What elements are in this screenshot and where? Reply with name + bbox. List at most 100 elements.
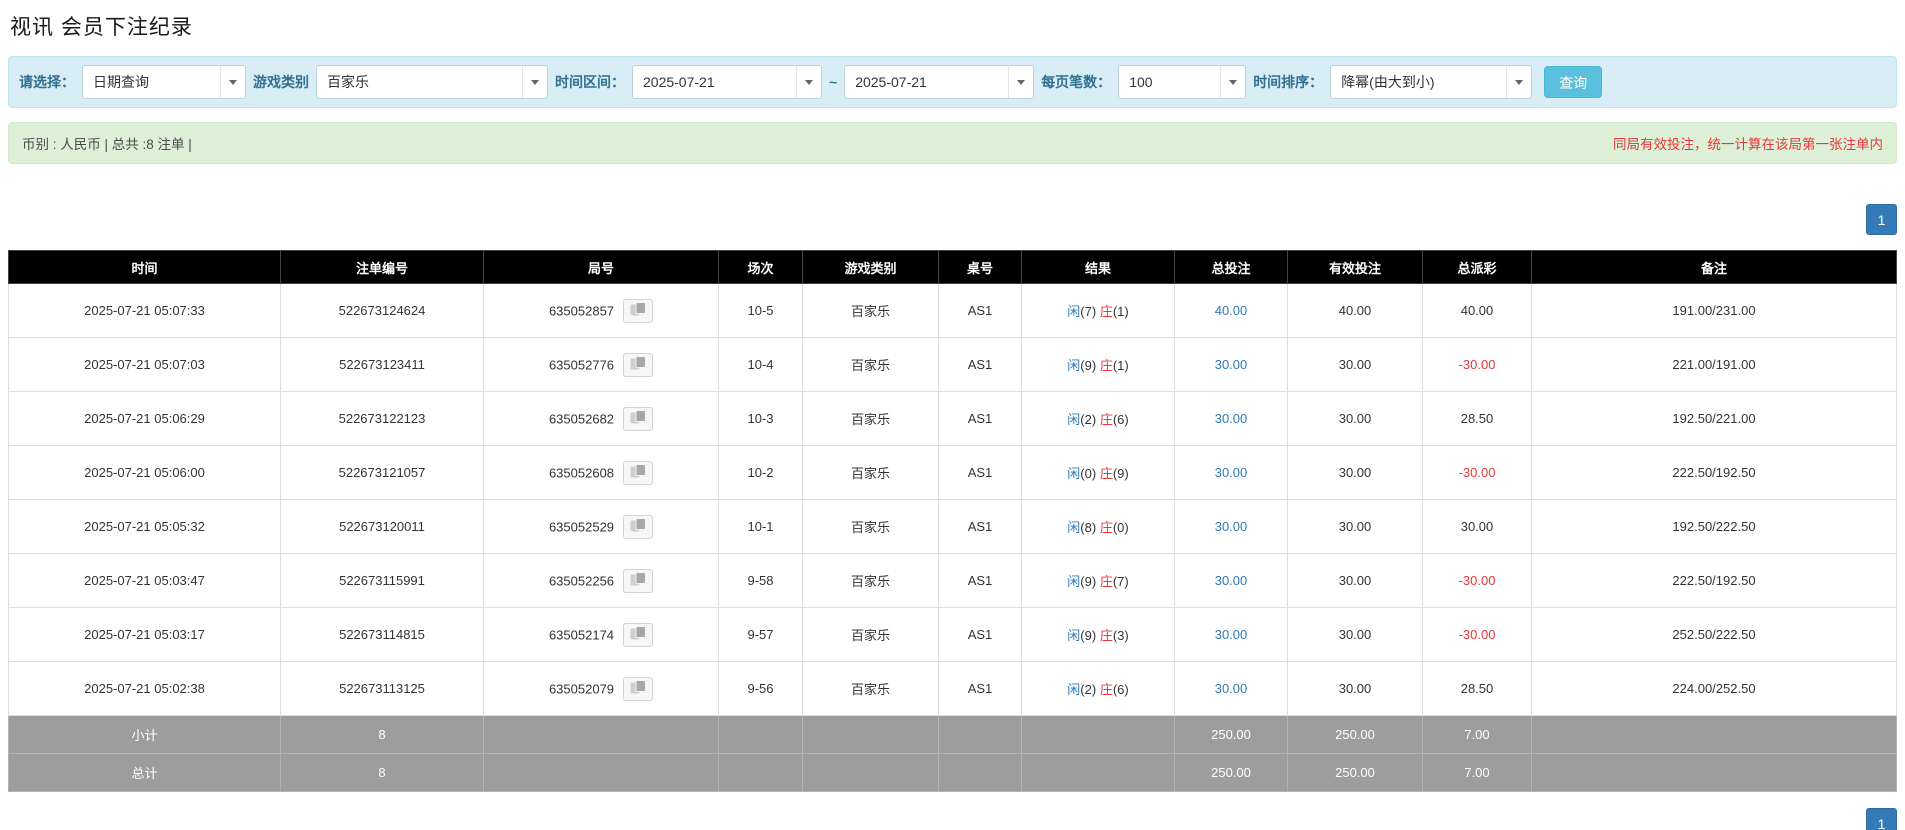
cell-total-bet: 30.00: [1174, 661, 1288, 716]
cell-table-no: AS1: [938, 553, 1022, 608]
cell-table-no: AS1: [938, 391, 1022, 446]
result-banker-points: (9): [1112, 466, 1129, 481]
cell-valid-bet: 30.00: [1287, 553, 1423, 608]
round-replay-button[interactable]: [623, 676, 654, 701]
cell-valid-bet: 40.00: [1287, 283, 1423, 338]
page-1-button[interactable]: 1: [1866, 204, 1897, 235]
round-replay-button[interactable]: [623, 406, 654, 431]
table-row: 2025-07-21 05:07:03 522673123411 6350527…: [8, 337, 1897, 392]
total-bet-link[interactable]: 30.00: [1215, 519, 1248, 534]
cell-total-bet: 30.00: [1174, 337, 1288, 392]
result-player-label: 闲: [1067, 628, 1081, 643]
cell-session: 9-56: [718, 661, 803, 716]
cell-payout: 28.50: [1422, 661, 1532, 716]
cell-table-no: AS1: [938, 499, 1022, 554]
round-replay-button[interactable]: [623, 514, 654, 539]
table-header-row: 时间 注单编号 局号 场次 游戏类别 桌号 结果 总投注 有效投注 总派彩 备注: [8, 250, 1897, 284]
cards-icon: [630, 410, 646, 427]
result-player-label: 闲: [1067, 682, 1081, 697]
cell-result: 闲(9) 庄(7): [1021, 553, 1175, 608]
cell-session: 10-3: [718, 391, 803, 446]
date-to-select[interactable]: 2025-07-21: [844, 65, 1035, 99]
cell-table-no: AS1: [938, 337, 1022, 392]
total-label: 总计: [8, 753, 281, 792]
cell-bet-id: 522673114815: [280, 607, 484, 662]
date-from-select[interactable]: 2025-07-21: [632, 65, 822, 99]
summary-bar: 币别 : 人民币 | 总共 :8 注单 | 同局有效投注，统一计算在该局第一张注…: [8, 122, 1897, 164]
cell-session: 10-2: [718, 445, 803, 500]
cell-result: 闲(9) 庄(1): [1021, 337, 1175, 392]
cards-icon: [630, 572, 646, 589]
cell-table-no: AS1: [938, 283, 1022, 338]
subtotal-empty-cell: [938, 715, 1022, 754]
round-replay-button[interactable]: [623, 568, 654, 593]
result-banker-label: 庄: [1099, 466, 1113, 481]
round-id-value: 635052174: [548, 627, 615, 642]
total-bet-link[interactable]: 30.00: [1215, 573, 1248, 588]
date-from-value: 2025-07-21: [643, 74, 715, 90]
subtotal-row: 小计 8 250.00 250.00 7.00: [8, 715, 1897, 754]
query-button[interactable]: 查询: [1544, 66, 1603, 98]
cell-bet-id: 522673124624: [280, 283, 484, 338]
cell-time: 2025-07-21 05:06:00: [8, 445, 281, 500]
result-banker-points: (1): [1112, 304, 1129, 319]
col-header-bet-id: 注单编号: [280, 250, 484, 284]
total-empty-cell: [483, 753, 719, 792]
cell-result: 闲(9) 庄(3): [1021, 607, 1175, 662]
cell-time: 2025-07-21 05:07:03: [8, 337, 281, 392]
cell-round-id: 635052079: [483, 661, 719, 716]
result-player-label: 闲: [1067, 358, 1081, 373]
result-banker-points: (3): [1112, 628, 1129, 643]
total-bet-link[interactable]: 30.00: [1215, 627, 1248, 642]
col-header-game-type: 游戏类别: [802, 250, 939, 284]
cell-result: 闲(0) 庄(9): [1021, 445, 1175, 500]
cell-result: 闲(7) 庄(1): [1021, 283, 1175, 338]
chevron-down-icon: [522, 66, 547, 98]
cell-bet-id: 522673120011: [280, 499, 484, 554]
query-type-label: 请选择：: [19, 74, 75, 90]
round-id-value: 635052776: [548, 357, 615, 372]
cell-time: 2025-07-21 05:06:29: [8, 391, 281, 446]
subtotal-payout: 7.00: [1422, 715, 1532, 754]
cell-round-id: 635052857: [483, 283, 719, 338]
query-type-select[interactable]: 日期查询: [82, 65, 246, 99]
total-bet-link[interactable]: 40.00: [1215, 303, 1248, 318]
col-header-payout: 总派彩: [1422, 250, 1532, 284]
pagination-bottom: 1: [8, 808, 1897, 830]
result-player-points: (2): [1080, 412, 1097, 427]
date-to-value: 2025-07-21: [855, 74, 927, 90]
cell-session: 10-1: [718, 499, 803, 554]
game-type-select[interactable]: 百家乐: [316, 65, 548, 99]
cell-payout: -30.00: [1422, 337, 1532, 392]
round-replay-button[interactable]: [623, 352, 654, 377]
col-header-session: 场次: [718, 250, 803, 284]
page-size-select[interactable]: 100: [1118, 65, 1247, 99]
total-bet-link[interactable]: 30.00: [1215, 681, 1248, 696]
round-replay-button[interactable]: [623, 460, 654, 485]
total-bet-link[interactable]: 30.00: [1215, 465, 1248, 480]
total-bet-link[interactable]: 30.00: [1215, 411, 1248, 426]
sort-order-select[interactable]: 降幂(由大到小): [1330, 65, 1533, 99]
result-banker-label: 庄: [1099, 682, 1113, 697]
page-1-button[interactable]: 1: [1866, 808, 1897, 830]
query-type-value: 日期查询: [93, 74, 149, 90]
cell-valid-bet: 30.00: [1287, 661, 1423, 716]
cell-valid-bet: 30.00: [1287, 391, 1423, 446]
cell-time: 2025-07-21 05:02:38: [8, 661, 281, 716]
cell-game-type: 百家乐: [802, 337, 939, 392]
subtotal-empty-cell: [802, 715, 939, 754]
round-replay-button[interactable]: [623, 298, 654, 323]
cell-bet-id: 522673121057: [280, 445, 484, 500]
cell-game-type: 百家乐: [802, 553, 939, 608]
round-id-value: 635052256: [548, 573, 615, 588]
cell-bet-id: 522673122123: [280, 391, 484, 446]
round-replay-button[interactable]: [623, 622, 654, 647]
cell-table-no: AS1: [938, 661, 1022, 716]
table-row: 2025-07-21 05:03:47 522673115991 6350522…: [8, 553, 1897, 608]
chevron-down-icon: [1220, 66, 1245, 98]
total-row: 总计 8 250.00 250.00 7.00: [8, 753, 1897, 792]
total-count: 8: [280, 753, 484, 792]
total-bet-link[interactable]: 30.00: [1215, 357, 1248, 372]
sort-order-label: 时间排序：: [1253, 74, 1324, 90]
round-id-value: 635052608: [548, 465, 615, 480]
